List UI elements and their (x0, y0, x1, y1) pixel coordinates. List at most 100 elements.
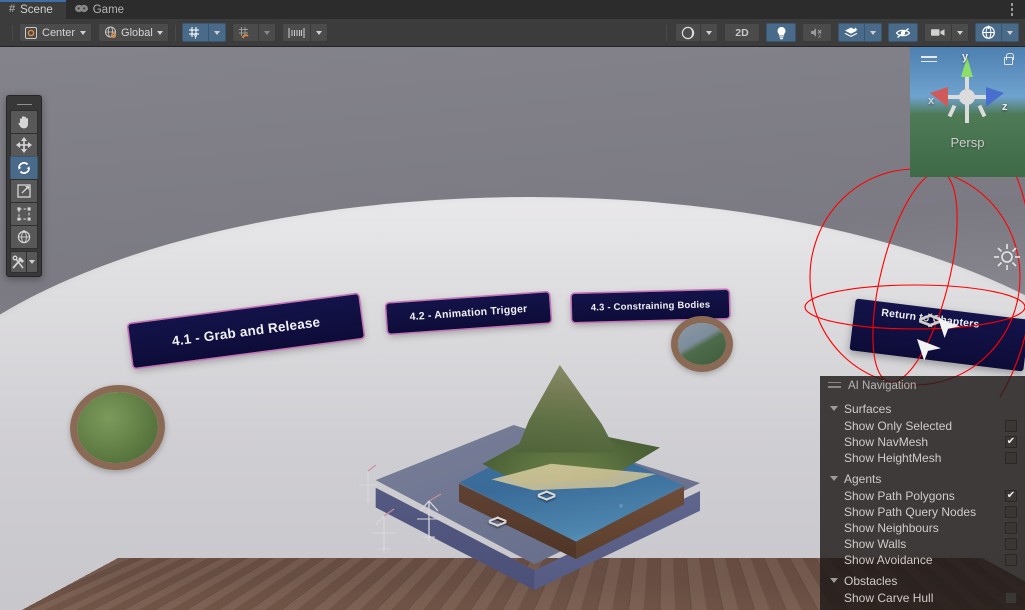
drag-handle-icon[interactable] (828, 381, 841, 391)
chevron-down-icon (830, 578, 838, 583)
scale-tool[interactable] (10, 179, 38, 203)
move-gizmo-icon[interactable]: <> (537, 486, 556, 508)
chevron-down-icon (957, 30, 963, 35)
checkbox-show-only-selected[interactable] (1005, 420, 1017, 432)
section-obstacles-label: Obstacles (844, 573, 898, 588)
tool-palette[interactable] (6, 95, 42, 277)
checkbox-show-heightmesh[interactable] (1005, 452, 1017, 464)
grid-size-dropdown[interactable] (309, 23, 328, 42)
row-show-carve-hull[interactable]: Show Carve Hull (820, 590, 1025, 606)
tab-game-label: Game (92, 3, 125, 16)
gizmo-projection-label[interactable]: Persp (951, 135, 985, 150)
row-label: Show Walls (844, 537, 907, 551)
section-obstacles[interactable]: Obstacles (820, 571, 1025, 590)
rect-transform-tool[interactable] (10, 202, 38, 226)
scene-camera-dropdown[interactable] (951, 23, 969, 42)
unity-scene-window: # Scene Game Center Global Y 2D x 4.1 - … (0, 0, 1025, 610)
section-agents[interactable]: Agents (820, 469, 1025, 488)
hand-tool[interactable] (10, 110, 38, 134)
ai-navigation-overlay[interactable]: AI Navigation Surfaces Show Only Selecte… (820, 376, 1025, 610)
light-sun-icon[interactable] (993, 243, 1021, 277)
toggle-2d-label: 2D (735, 26, 749, 39)
scene-portal-right[interactable] (671, 316, 733, 372)
grid-size-icon[interactable] (281, 23, 311, 42)
custom-tools-dropdown[interactable] (27, 251, 38, 273)
scene-sign-4-2-label: 4.2 - Animation Trigger (409, 302, 528, 324)
scene-fx-dropdown[interactable] (864, 23, 882, 42)
move-tool[interactable] (10, 133, 38, 157)
row-label: Show Path Query Nodes (844, 505, 977, 519)
checkbox-show-path-polygons[interactable]: ✔ (1005, 490, 1017, 502)
tab-scene-label: Scene (20, 3, 53, 16)
checkbox-show-carve-hull[interactable] (1005, 592, 1017, 604)
gizmos-dropdown[interactable] (1001, 23, 1019, 42)
row-show-walls[interactable]: Show Walls (820, 536, 1025, 552)
drag-handle-icon[interactable] (10, 99, 38, 110)
scene-wind-turbine (407, 491, 451, 552)
row-label: Show Only Selected (844, 419, 953, 433)
toolbar-separator (666, 24, 667, 41)
scene-view-gizmo[interactable]: y x z Persp (910, 47, 1025, 177)
section-agents-label: Agents (844, 471, 882, 486)
scene-diorama[interactable]: <> <> (355, 365, 700, 592)
chevron-down-icon (263, 30, 270, 35)
gizmo-axis-x[interactable]: x (928, 95, 934, 107)
tab-game[interactable]: Game (66, 0, 137, 19)
row-label: Show Carve Hull (844, 591, 934, 605)
audio-muted-icon: x (810, 26, 824, 39)
scene-wind-turbine (351, 463, 385, 512)
tab-scene[interactable]: # Scene (0, 0, 66, 19)
fx-layers-icon[interactable] (838, 23, 865, 42)
row-label: Show Avoidance (844, 553, 933, 567)
checkbox-show-avoidance[interactable] (1005, 554, 1017, 566)
vertex-snapping-dropdown[interactable] (257, 23, 276, 42)
toggle-2d-button[interactable]: 2D (724, 23, 760, 42)
checkbox-show-neighbours[interactable] (1005, 522, 1017, 534)
vertex-snapping-toggle[interactable] (231, 23, 259, 42)
grid-icon: # (9, 3, 16, 15)
chevron-down-icon (315, 30, 322, 35)
row-show-neighbours[interactable]: Show Neighbours (820, 520, 1025, 536)
transform-tool[interactable] (10, 225, 38, 249)
shaded-sphere-icon[interactable] (675, 23, 701, 42)
row-show-navmesh[interactable]: Show NavMesh ✔ (820, 434, 1025, 450)
ai-navigation-header[interactable]: AI Navigation (820, 376, 1025, 396)
pivot-mode-label: Center (42, 26, 76, 39)
shading-mode-dropdown[interactable] (700, 23, 718, 42)
section-surfaces[interactable]: Surfaces (820, 399, 1025, 418)
scene-lighting-toggle[interactable] (766, 23, 796, 42)
gizmos-group (975, 23, 1019, 42)
row-show-avoidance[interactable]: Show Avoidance (820, 552, 1025, 568)
kebab-menu-icon[interactable] (999, 0, 1025, 19)
rotate-tool[interactable] (10, 156, 38, 180)
lightbulb-icon (776, 26, 787, 40)
gizmo-axis-z[interactable]: z (1002, 101, 1008, 113)
custom-tools-icon[interactable] (10, 251, 27, 273)
scene-viewport[interactable]: 4.1 - Grab and Release 4.2 - Animation T… (0, 47, 1025, 610)
rotate-gizmo-icon[interactable]: <> (918, 305, 943, 336)
scene-audio-toggle[interactable]: x (802, 23, 832, 42)
scene-camera-group (924, 23, 969, 42)
handle-rotation-dropdown[interactable]: Global (98, 23, 169, 42)
row-label: Show Neighbours (844, 521, 939, 535)
scene-sign-4-1-label: 4.1 - Grab and Release (171, 313, 321, 349)
chevron-down-icon (870, 30, 876, 35)
checkbox-show-walls[interactable] (1005, 538, 1017, 550)
row-show-path-query-nodes[interactable]: Show Path Query Nodes (820, 504, 1025, 520)
grid-snapping-dropdown[interactable] (207, 23, 226, 42)
gizmos-globe-icon[interactable] (975, 23, 1002, 42)
row-show-path-polygons[interactable]: Show Path Polygons ✔ (820, 488, 1025, 504)
row-show-heightmesh[interactable]: Show HeightMesh (820, 450, 1025, 466)
camera-icon[interactable] (924, 23, 952, 42)
hidden-objects-toggle[interactable] (888, 23, 918, 42)
scene-wind-turbine (364, 507, 404, 564)
checkbox-show-path-query-nodes[interactable] (1005, 506, 1017, 518)
shading-mode-group (675, 23, 718, 42)
row-show-only-selected[interactable]: Show Only Selected (820, 418, 1025, 434)
vertex-snap-group (231, 23, 276, 42)
gizmo-axis-y[interactable]: y (962, 51, 968, 63)
move-gizmo-icon[interactable]: <> (488, 512, 507, 534)
checkbox-show-navmesh[interactable]: ✔ (1005, 436, 1017, 448)
pivot-mode-dropdown[interactable]: Center (19, 23, 93, 42)
grid-snapping-toggle[interactable]: Y (181, 23, 209, 42)
